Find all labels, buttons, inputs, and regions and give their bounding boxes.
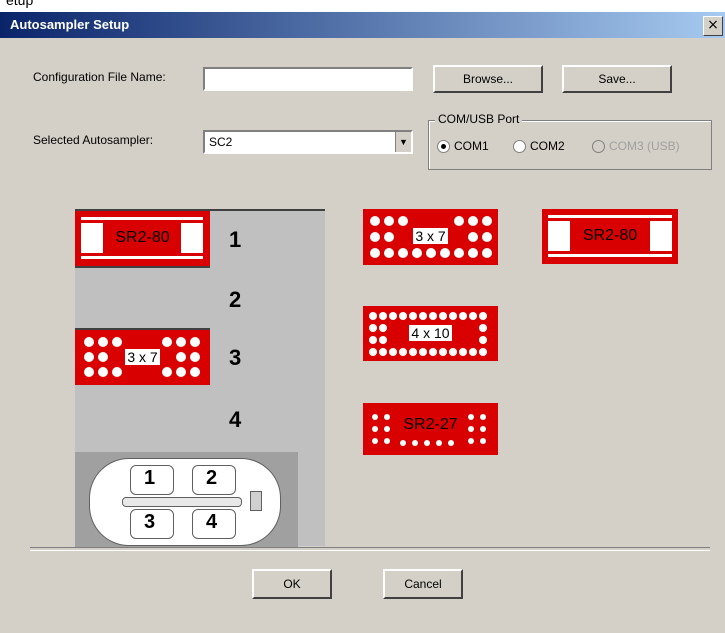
tray-rail xyxy=(122,497,242,507)
available-rack-3x7[interactable]: 3 x 7 xyxy=(363,209,498,265)
com1-radio[interactable]: COM1 xyxy=(437,139,489,153)
slot1-rack-sr2-80[interactable]: SR2-80 xyxy=(75,211,210,266)
com-port-group: COM/USB Port COM1 COM2 COM3 (USB) xyxy=(428,112,712,170)
rack-label: 4 x 10 xyxy=(363,325,498,341)
available-rack-sr2-80[interactable]: SR2-80 xyxy=(542,209,678,264)
available-rack-sr2-27[interactable]: SR2-27 xyxy=(363,403,498,455)
com-port-group-title: COM/USB Port xyxy=(435,112,523,126)
com2-label: COM2 xyxy=(530,139,565,153)
com1-label: COM1 xyxy=(454,139,489,153)
rack-3x7-text: 3 x 7 xyxy=(413,228,448,244)
rack-label: SR2-80 xyxy=(582,227,638,244)
autosampler-select[interactable]: SC2 ▼ xyxy=(203,130,413,154)
base-position-2: 2 xyxy=(206,467,218,489)
config-file-label: Configuration File Name: xyxy=(33,70,166,84)
close-button[interactable]: × xyxy=(703,16,723,36)
slot-number-4: 4 xyxy=(229,407,242,432)
background-window-strip: etup xyxy=(0,0,725,12)
rack-4x10-text: 4 x 10 xyxy=(409,325,452,341)
rack-label: SR2-27 xyxy=(403,416,458,433)
slot1-rack-label: SR2-80 xyxy=(115,229,170,246)
base-position-1: 1 xyxy=(144,467,156,489)
sampler-tray: 1 2 3 4 xyxy=(89,458,281,546)
base-position-3: 3 xyxy=(144,511,156,533)
chevron-down-icon[interactable]: ▼ xyxy=(395,132,411,152)
autosampler-setup-dialog: Autosampler Setup × Configuration File N… xyxy=(0,12,725,633)
config-file-input[interactable] xyxy=(203,67,413,91)
slot3-rack-3x7[interactable]: 3 x 7 xyxy=(75,330,210,385)
rack-label: 3 x 7 xyxy=(363,228,498,244)
sampler-base: 1 2 3 4 xyxy=(75,452,298,548)
slot-divider xyxy=(75,266,210,268)
selected-autosampler-label: Selected Autosampler: xyxy=(33,133,154,147)
slot3-rack-text: 3 x 7 xyxy=(125,349,160,365)
radio-selected-icon xyxy=(437,139,450,153)
slot-number-2: 2 xyxy=(229,287,242,312)
cancel-button[interactable]: Cancel xyxy=(383,569,463,599)
com3-label: COM3 (USB) xyxy=(609,139,680,153)
background-title-fragment: etup xyxy=(6,0,34,8)
com2-radio[interactable]: COM2 xyxy=(513,139,565,153)
base-position-4: 4 xyxy=(206,511,218,533)
available-rack-4x10[interactable]: 4 x 10 xyxy=(363,306,498,361)
window-title: Autosampler Setup xyxy=(10,17,130,32)
autosampler-select-value: SC2 xyxy=(209,135,233,149)
com3-radio: COM3 (USB) xyxy=(592,139,680,153)
browse-button[interactable]: Browse... xyxy=(433,65,543,93)
ok-button[interactable]: OK xyxy=(252,569,332,599)
slot-number-3: 3 xyxy=(229,345,242,370)
radio-disabled-icon xyxy=(592,139,605,153)
save-button[interactable]: Save... xyxy=(562,65,672,93)
close-icon: × xyxy=(707,17,719,33)
slot3-rack-label: 3 x 7 xyxy=(75,349,210,365)
dialog-separator xyxy=(30,547,710,551)
slot-number-1: 1 xyxy=(229,227,242,252)
radio-unselected-icon xyxy=(513,139,526,153)
title-bar[interactable]: Autosampler Setup × xyxy=(0,12,725,38)
tray-connector-icon xyxy=(250,491,262,511)
